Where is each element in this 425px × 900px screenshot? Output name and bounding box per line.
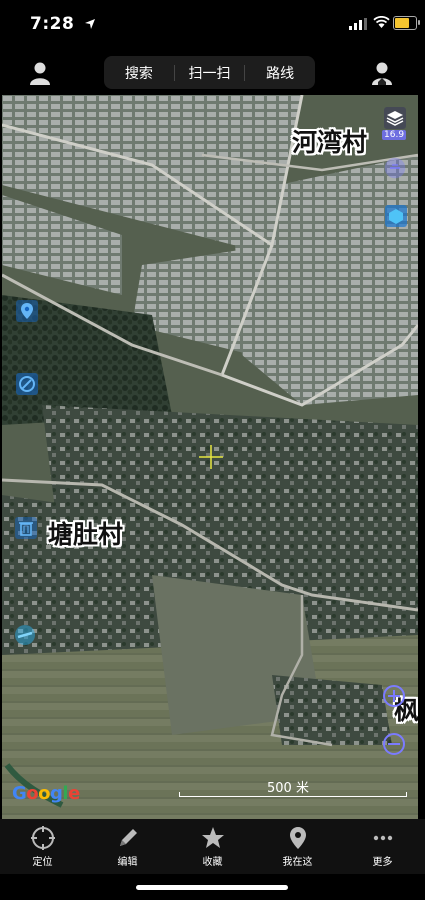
location-pin-icon[interactable] (16, 300, 38, 322)
trash-icon[interactable] (15, 517, 37, 539)
status-time-wrap: 7:28 (30, 14, 96, 34)
tab-more[interactable]: 更多 (340, 819, 425, 874)
search-button[interactable]: 搜索 (104, 63, 174, 83)
village-label: 塘肚村 (48, 520, 124, 549)
top-toolbar: 搜索 扫一扫 路线 (0, 50, 425, 95)
locate-icon (30, 826, 55, 850)
tab-locate[interactable]: 定位 (0, 819, 85, 874)
tab-label: 我在这 (282, 857, 313, 868)
home-indicator (136, 885, 288, 890)
route-button[interactable]: 路线 (245, 63, 315, 83)
google-letter: g (50, 783, 63, 804)
tab-label: 编辑 (117, 857, 138, 868)
scan-button[interactable]: 扫一扫 (175, 63, 245, 83)
tab-label: 收藏 (202, 857, 223, 868)
bottom-tab-bar: 定位 编辑 收藏 我在这 更多 (0, 819, 425, 874)
ruler-icon[interactable] (14, 624, 36, 646)
tab-favorites[interactable]: 收藏 (170, 819, 255, 874)
wifi-icon (373, 16, 390, 28)
account-home-icon[interactable] (369, 60, 395, 86)
zoom-in-icon[interactable] (383, 685, 405, 707)
user-avatar-icon[interactable] (27, 60, 53, 86)
google-letter: e (68, 783, 80, 804)
star-icon (201, 827, 224, 848)
location-arrow-icon (84, 19, 95, 29)
more-icon (373, 835, 392, 841)
scale-bar: 500 米 (179, 781, 407, 797)
status-time: 7:28 (30, 14, 75, 34)
google-attribution: Google (12, 783, 80, 804)
satellite-dish-icon[interactable] (16, 373, 38, 395)
segmented-control: 搜索 扫一扫 路线 (104, 56, 315, 89)
google-letter: o (26, 783, 39, 804)
layers-icon[interactable] (384, 107, 406, 129)
satellite-map[interactable]: 河湾村 塘肚村 枫 16.9 Google 500 米 (2, 95, 418, 819)
signal-icon (349, 18, 367, 30)
status-bar: 7:28 (0, 0, 425, 50)
village-label: 河湾村 (292, 128, 368, 157)
battery-icon (393, 16, 420, 30)
google-letter: G (12, 783, 27, 804)
google-letter: o (38, 783, 51, 804)
crosshair-icon (199, 445, 223, 469)
cube-icon[interactable] (385, 205, 407, 227)
compass-icon[interactable] (384, 157, 406, 179)
tab-i-am-here[interactable]: 我在这 (255, 819, 340, 874)
tab-label: 更多 (372, 857, 393, 868)
zoom-level-badge: 16.9 (382, 130, 407, 140)
tab-label: 定位 (32, 857, 53, 868)
zoom-out-icon[interactable] (383, 733, 405, 755)
pencil-icon (119, 829, 137, 846)
pin-icon (289, 827, 306, 849)
scale-text: 500 米 (267, 781, 309, 796)
tab-edit[interactable]: 编辑 (85, 819, 170, 874)
